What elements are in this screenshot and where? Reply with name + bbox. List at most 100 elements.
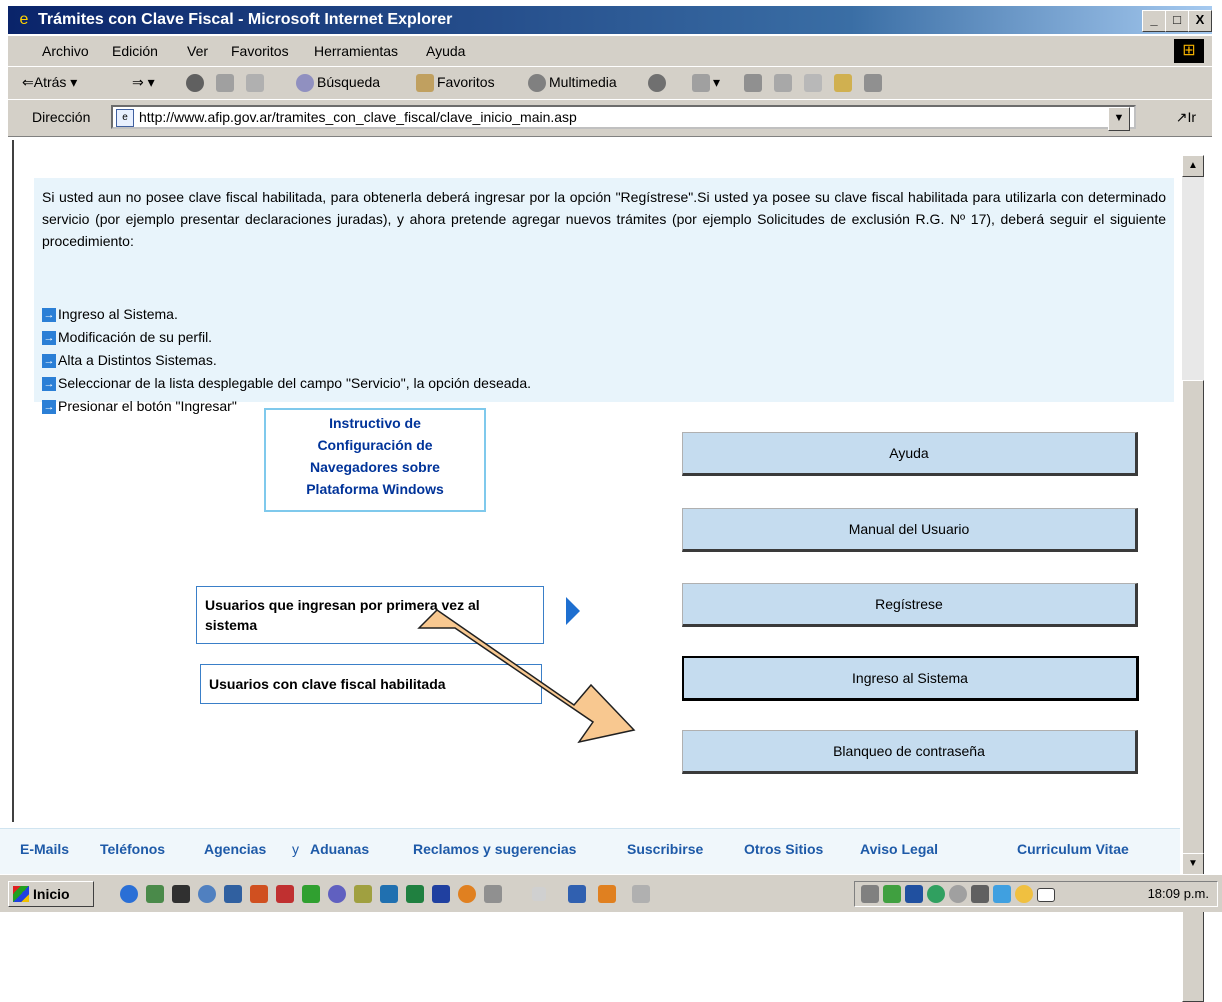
footer-other-sites-link[interactable]: Otros Sitios (744, 841, 823, 857)
help-button[interactable]: Ayuda (682, 432, 1138, 476)
arrow-right-icon: → (42, 354, 56, 369)
messenger-button[interactable] (834, 74, 855, 93)
mail-button[interactable]: ▾ (692, 74, 720, 93)
home-icon (246, 74, 264, 93)
scroll-up-button[interactable]: ▲ (1182, 155, 1204, 177)
start-button[interactable]: Inicio (8, 881, 94, 907)
stop-button[interactable] (186, 74, 207, 93)
footer-legal-link[interactable]: Aviso Legal (860, 841, 938, 857)
taskbar: Inicio 18:09 p.m. (0, 874, 1222, 912)
menu-ver[interactable]: Ver (187, 43, 208, 59)
favorites-button[interactable]: Favoritos (416, 74, 495, 93)
task-app-button[interactable] (598, 885, 616, 903)
forward-arrow-icon: ⇒ (132, 74, 144, 90)
large-arrow-icon (417, 610, 636, 744)
multimedia-button[interactable]: Multimedia (528, 74, 617, 93)
user-manual-button[interactable]: Manual del Usuario (682, 508, 1138, 552)
address-url: http://www.afip.gov.ar/tramites_con_clav… (139, 109, 577, 125)
maximize-button[interactable]: □ (1165, 10, 1189, 32)
menu-edicion[interactable]: Edición (112, 43, 158, 59)
footer-claims-link[interactable]: Reclamos y sugerencias (413, 841, 576, 857)
messenger-icon (834, 74, 852, 93)
vertical-scrollbar[interactable]: ▲ ▼ (1182, 155, 1204, 1002)
desktop-quicklaunch-icon[interactable] (146, 885, 164, 903)
close-button[interactable]: X (1188, 10, 1212, 32)
search-button[interactable]: Búsqueda (296, 74, 380, 93)
minimize-button[interactable]: _ (1142, 10, 1166, 32)
window-title: Trámites con Clave Fiscal - Microsoft In… (38, 11, 453, 28)
network-icon[interactable] (971, 885, 989, 903)
tray-icon[interactable] (905, 885, 923, 903)
refresh-button[interactable] (216, 74, 237, 93)
step-item: → Seleccionar de la lista desplegable del… (42, 375, 532, 392)
windows-logo-icon: ⊞ (1174, 39, 1204, 63)
reset-password-button[interactable]: Blanqueo de contraseña (682, 730, 1138, 774)
scroll-down-button[interactable]: ▼ (1182, 853, 1204, 875)
tray-icon[interactable] (993, 885, 1011, 903)
address-label: Dirección (32, 109, 91, 125)
powerpoint-quicklaunch-icon[interactable] (276, 885, 294, 903)
edit-button[interactable] (774, 74, 795, 93)
step-item: → Ingreso al Sistema. (42, 306, 178, 323)
cmd-quicklaunch-icon[interactable] (172, 885, 190, 903)
address-dropdown-button[interactable]: ▼ (1108, 107, 1130, 131)
stop-icon (186, 74, 204, 93)
step-item: → Modificación de su perfil. (42, 329, 213, 346)
back-button[interactable]: ⇐Atrás ▾ (22, 74, 77, 91)
discuss-icon (804, 74, 822, 93)
tray-icon[interactable] (883, 885, 901, 903)
go-button[interactable]: ↗Ir (1176, 109, 1196, 126)
print-button[interactable] (744, 74, 765, 93)
task-word-button[interactable] (568, 885, 586, 903)
tool-quicklaunch-icon[interactable] (302, 885, 320, 903)
app2-quicklaunch-icon[interactable] (354, 885, 372, 903)
footer-and-text: y (292, 841, 299, 857)
search-quicklaunch-icon[interactable] (224, 885, 242, 903)
tray-icon[interactable] (949, 885, 967, 903)
word-quicklaunch-icon[interactable] (432, 885, 450, 903)
home-button[interactable] (246, 74, 267, 93)
footer-emails-link[interactable]: E-Mails (20, 841, 69, 857)
app3-quicklaunch-icon[interactable] (380, 885, 398, 903)
discuss-button[interactable] (804, 74, 825, 93)
speaker-icon[interactable] (861, 885, 879, 903)
address-input[interactable]: e http://www.afip.gov.ar/tramites_con_cl… (111, 105, 1136, 129)
menu-ayuda[interactable]: Ayuda (426, 43, 465, 59)
footer-links: E-Mails Teléfonos Agencias y Aduanas Rec… (0, 828, 1180, 875)
forward-button[interactable]: ⇒ ▾ (132, 74, 155, 91)
excel-quicklaunch-icon[interactable] (406, 885, 424, 903)
mail-icon (692, 74, 710, 93)
step-item: → Alta a Distintos Sistemas. (42, 352, 217, 369)
address-bar: Dirección e http://www.afip.gov.ar/trami… (8, 99, 1212, 137)
footer-cv-link[interactable]: Curriculum Vitae (1017, 841, 1129, 857)
tray-icon[interactable] (927, 885, 945, 903)
history-icon (648, 74, 666, 93)
info-box: Si usted aun no posee clave fiscal habil… (34, 178, 1174, 415)
research-button[interactable] (864, 74, 885, 93)
app-quicklaunch-icon[interactable] (250, 885, 268, 903)
footer-customs-link[interactable]: Aduanas (310, 841, 369, 857)
login-button[interactable]: Ingreso al Sistema (682, 656, 1139, 701)
print-icon (744, 74, 762, 93)
back-arrow-icon: ⇐ (22, 74, 34, 90)
footer-agencies-link[interactable]: Agencias (204, 841, 266, 857)
research-icon (864, 74, 882, 93)
refresh-icon (216, 74, 234, 93)
network-quicklaunch-icon[interactable] (198, 885, 216, 903)
menu-archivo[interactable]: Archivo (42, 43, 89, 59)
history-button[interactable] (648, 74, 669, 93)
footer-phones-link[interactable]: Teléfonos (100, 841, 165, 857)
media-quicklaunch-icon[interactable] (328, 885, 346, 903)
footer-subscribe-link[interactable]: Suscribirse (627, 841, 703, 857)
app4-quicklaunch-icon[interactable] (484, 885, 502, 903)
more-chevron-icon[interactable] (532, 887, 546, 901)
register-button[interactable]: Regístrese (682, 583, 1138, 627)
task-app2-button[interactable] (632, 885, 650, 903)
tray-icon[interactable] (1015, 885, 1033, 903)
mail-icon[interactable] (1037, 888, 1055, 902)
menu-herramientas[interactable]: Herramientas (314, 43, 398, 59)
ie-quicklaunch-icon[interactable] (120, 885, 138, 903)
clock-quicklaunch-icon[interactable] (458, 885, 476, 903)
browser-config-guide-link[interactable]: Instructivo de Configuración de Navegado… (264, 408, 486, 512)
menu-favoritos[interactable]: Favoritos (231, 43, 289, 59)
